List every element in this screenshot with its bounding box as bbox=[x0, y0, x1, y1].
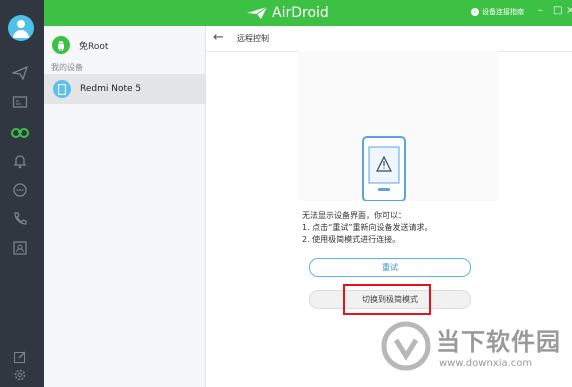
settings-icon[interactable] bbox=[10, 366, 30, 384]
android-icon bbox=[52, 36, 70, 54]
edit-icon[interactable] bbox=[10, 348, 30, 366]
back-arrow-icon[interactable]: ← bbox=[213, 30, 224, 45]
info-icon: i bbox=[471, 8, 479, 16]
root-free-label: 免Root bbox=[79, 41, 109, 52]
root-free-item[interactable]: 免Root bbox=[44, 32, 205, 58]
error-message-line1: 无法显示设备界面，你可以： bbox=[302, 211, 406, 220]
phone-warning-illustration bbox=[362, 136, 406, 202]
watermark: 当下软件园 www.downxia.com bbox=[380, 318, 570, 380]
left-nav-rail bbox=[0, 0, 44, 387]
page-title: 远程控制 bbox=[237, 34, 269, 43]
close-button[interactable]: × bbox=[566, 5, 572, 17]
connection-guide-link[interactable]: i 设备连接指南 bbox=[471, 7, 524, 17]
app-name: AirDroid bbox=[272, 5, 329, 21]
avatar[interactable] bbox=[8, 15, 34, 41]
device-panel: 免Root 我的设备 Redmi Note 5 bbox=[44, 26, 206, 387]
send-icon[interactable] bbox=[10, 64, 30, 82]
binoculars-icon[interactable] bbox=[10, 122, 30, 140]
contacts-icon[interactable] bbox=[10, 239, 30, 257]
retry-button[interactable]: 重试 bbox=[309, 258, 471, 277]
device-name: Redmi Note 5 bbox=[80, 84, 142, 94]
minimize-button[interactable]: – bbox=[538, 5, 543, 17]
device-item[interactable]: Redmi Note 5 bbox=[44, 74, 205, 104]
phone-icon bbox=[53, 80, 71, 98]
guide-label: 设备连接指南 bbox=[482, 8, 524, 16]
error-message-line2: 1. 点击“重试”重新向设备发送请求。 bbox=[302, 223, 433, 232]
watermark-text: 当下软件园 bbox=[436, 328, 561, 356]
bell-icon[interactable] bbox=[10, 152, 30, 170]
chat-icon[interactable] bbox=[10, 181, 30, 199]
files-icon[interactable] bbox=[10, 93, 30, 111]
my-devices-heading: 我的设备 bbox=[51, 63, 83, 72]
error-message-line3: 2. 使用极简模式进行连接。 bbox=[302, 235, 401, 244]
paper-plane-icon bbox=[247, 6, 268, 19]
illustration-card bbox=[298, 51, 498, 202]
app-logo: AirDroid bbox=[246, 4, 329, 22]
phone-call-icon[interactable] bbox=[10, 210, 30, 228]
content-header: ← 远程控制 bbox=[205, 26, 572, 52]
title-bar: AirDroid i 设备连接指南 – □ × bbox=[44, 0, 572, 26]
highlight-box bbox=[343, 284, 431, 315]
watermark-url: www.downxia.com bbox=[439, 358, 533, 369]
maximize-button[interactable]: □ bbox=[553, 5, 562, 17]
watermark-logo bbox=[381, 321, 431, 371]
